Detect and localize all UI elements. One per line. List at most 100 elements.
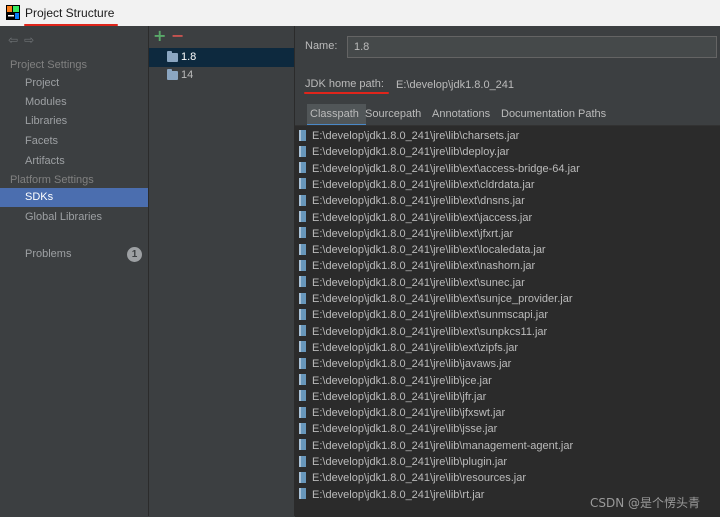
add-sdk-icon[interactable]: +: [153, 26, 166, 45]
classpath-entry[interactable]: E:\develop\jdk1.8.0_241\jre\lib\ext\acce…: [299, 161, 580, 177]
classpath-entry[interactable]: E:\develop\jdk1.8.0_241\jre\lib\deploy.j…: [299, 144, 509, 160]
classpath-entry-path: E:\develop\jdk1.8.0_241\jre\lib\ext\jfxr…: [312, 227, 514, 240]
sidebar-item-artifacts[interactable]: Artifacts: [0, 152, 148, 171]
sidebar-item-modules[interactable]: Modules: [0, 93, 148, 112]
sidebar-item-project[interactable]: Project: [0, 74, 148, 93]
classpath-entry[interactable]: E:\develop\jdk1.8.0_241\jre\lib\ext\jacc…: [299, 210, 532, 226]
classpath-entry[interactable]: E:\develop\jdk1.8.0_241\jre\lib\ext\cldr…: [299, 177, 535, 193]
classpath-entry[interactable]: E:\develop\jdk1.8.0_241\jre\lib\ext\loca…: [299, 242, 546, 258]
classpath-entry-path: E:\develop\jdk1.8.0_241\jre\lib\ext\zipf…: [312, 341, 519, 354]
sidebar-item-problems[interactable]: Problems 1: [0, 245, 148, 264]
name-field[interactable]: 1.8: [347, 36, 717, 58]
classpath-entry[interactable]: E:\develop\jdk1.8.0_241\jre\lib\ext\sune…: [299, 275, 525, 291]
problems-label: Problems: [25, 248, 72, 260]
tab-annotations[interactable]: Annotations: [432, 104, 500, 124]
classpath-entry-path: E:\develop\jdk1.8.0_241\jre\lib\jsse.jar: [312, 423, 498, 436]
jar-file-icon: [299, 276, 306, 288]
jar-file-icon: [299, 390, 306, 402]
classpath-entry-path: E:\develop\jdk1.8.0_241\jre\lib\ext\sunj…: [312, 293, 573, 305]
classpath-entry[interactable]: E:\develop\jdk1.8.0_241\jre\lib\rt.jar: [299, 487, 484, 503]
intellij-logo-icon: [6, 5, 20, 20]
jar-file-icon: [299, 341, 306, 353]
classpath-entry-path: E:\develop\jdk1.8.0_241\jre\lib\ext\jacc…: [312, 211, 533, 224]
classpath-entry-path: E:\develop\jdk1.8.0_241\jre\lib\ext\sune…: [312, 276, 525, 289]
title-bar: Project Structure: [0, 0, 720, 26]
jar-file-icon: [299, 439, 306, 451]
jar-file-icon: [299, 259, 306, 271]
classpath-entry-path: E:\develop\jdk1.8.0_241\jre\lib\ext\dnsn…: [312, 195, 525, 208]
home-path-annotation-underline: [304, 92, 389, 94]
sidebar-item-sdks[interactable]: SDKs: [0, 188, 148, 207]
sdk-details-panel: Name: 1.8 JDK home path: E:\develop\jdk1…: [295, 26, 720, 517]
classpath-list[interactable]: E:\develop\jdk1.8.0_241\jre\lib\charsets…: [295, 125, 720, 517]
jar-file-icon: [299, 422, 306, 434]
jdk-home-path-field[interactable]: E:\develop\jdk1.8.0_241: [389, 74, 717, 96]
classpath-entry[interactable]: E:\develop\jdk1.8.0_241\jre\lib\jsse.jar: [299, 421, 497, 437]
classpath-entry-path: E:\develop\jdk1.8.0_241\jre\lib\ext\cldr…: [312, 178, 535, 191]
jar-file-icon: [299, 145, 306, 157]
tab-documentation-paths[interactable]: Documentation Paths: [501, 104, 621, 124]
jar-file-icon: [299, 357, 306, 369]
classpath-entry-path: E:\develop\jdk1.8.0_241\jre\lib\ext\sunm…: [312, 309, 549, 322]
classpath-entry[interactable]: E:\develop\jdk1.8.0_241\jre\lib\ext\sunp…: [299, 324, 547, 340]
classpath-entry[interactable]: E:\develop\jdk1.8.0_241\jre\lib\ext\sunj…: [299, 291, 573, 307]
forward-arrow-icon[interactable]: ⇨: [24, 33, 40, 47]
sdk-folder-icon: [167, 51, 178, 62]
classpath-entry[interactable]: E:\develop\jdk1.8.0_241\jre\lib\jfxswt.j…: [299, 405, 505, 421]
navigation-arrows: ⇦⇨: [8, 33, 40, 47]
sdk-folder-icon: [167, 69, 178, 80]
jar-file-icon: [299, 325, 306, 337]
sdk-list-panel: + − 1.8 14: [149, 26, 295, 516]
classpath-entry[interactable]: E:\develop\jdk1.8.0_241\jre\lib\javaws.j…: [299, 356, 511, 372]
platform-settings-header: Platform Settings: [10, 174, 94, 186]
watermark-text: CSDN @是个愣头青: [590, 496, 701, 510]
classpath-entry[interactable]: E:\develop\jdk1.8.0_241\jre\lib\charsets…: [299, 128, 519, 144]
classpath-entry[interactable]: E:\develop\jdk1.8.0_241\jre\lib\jfr.jar: [299, 389, 486, 405]
jar-file-icon: [299, 374, 306, 386]
classpath-entry[interactable]: E:\develop\jdk1.8.0_241\jre\lib\plugin.j…: [299, 454, 507, 470]
back-arrow-icon[interactable]: ⇦: [8, 33, 24, 47]
jar-file-icon: [299, 129, 306, 141]
sidebar-item-facets[interactable]: Facets: [0, 132, 148, 151]
classpath-entry-path: E:\develop\jdk1.8.0_241\jre\lib\manageme…: [312, 439, 574, 452]
jar-file-icon: [299, 471, 306, 483]
classpath-entry-path: E:\develop\jdk1.8.0_241\jre\lib\plugin.j…: [312, 456, 508, 468]
jar-file-icon: [299, 455, 306, 467]
sidebar-item-global-libraries[interactable]: Global Libraries: [0, 208, 148, 227]
classpath-entry[interactable]: E:\develop\jdk1.8.0_241\jre\lib\ext\jfxr…: [299, 226, 513, 242]
classpath-entry[interactable]: E:\develop\jdk1.8.0_241\jre\lib\ext\sunm…: [299, 307, 548, 323]
jar-file-icon: [299, 488, 306, 500]
sdk-item-1-8[interactable]: 1.8: [149, 48, 294, 67]
classpath-entry-path: E:\develop\jdk1.8.0_241\jre\lib\javaws.j…: [312, 358, 512, 371]
sdk-item-14[interactable]: 14: [149, 66, 294, 85]
tab-classpath[interactable]: Classpath: [307, 104, 366, 126]
classpath-entry[interactable]: E:\develop\jdk1.8.0_241\jre\lib\resource…: [299, 470, 526, 486]
classpath-entry[interactable]: E:\develop\jdk1.8.0_241\jre\lib\ext\dnsn…: [299, 193, 525, 209]
classpath-entry[interactable]: E:\develop\jdk1.8.0_241\jre\lib\manageme…: [299, 438, 573, 454]
sidebar-item-libraries[interactable]: Libraries: [0, 112, 148, 131]
jar-file-icon: [299, 308, 306, 320]
classpath-entry[interactable]: E:\develop\jdk1.8.0_241\jre\lib\ext\nash…: [299, 258, 535, 274]
classpath-entry-path: E:\develop\jdk1.8.0_241\jre\lib\charsets…: [312, 130, 520, 142]
jar-file-icon: [299, 243, 306, 255]
classpath-entry[interactable]: E:\develop\jdk1.8.0_241\jre\lib\ext\zipf…: [299, 340, 518, 356]
classpath-entry-path: E:\develop\jdk1.8.0_241\jre\lib\ext\acce…: [312, 162, 580, 175]
classpath-entry-path: E:\develop\jdk1.8.0_241\jre\lib\deploy.j…: [312, 146, 510, 159]
classpath-entry-path: E:\develop\jdk1.8.0_241\jre\lib\ext\nash…: [312, 260, 536, 273]
sdk-item-label: 1.8: [181, 51, 197, 63]
classpath-entry-path: E:\develop\jdk1.8.0_241\jre\lib\resource…: [312, 472, 527, 485]
classpath-entry-path: E:\develop\jdk1.8.0_241\jre\lib\jfr.jar: [312, 390, 487, 403]
jar-file-icon: [299, 406, 306, 418]
tab-sourcepath[interactable]: Sourcepath: [365, 104, 429, 124]
classpath-entry-path: E:\develop\jdk1.8.0_241\jre\lib\ext\sunp…: [312, 325, 548, 338]
remove-sdk-icon[interactable]: −: [171, 26, 184, 45]
jar-file-icon: [299, 178, 306, 190]
sdk-item-label: 14: [181, 69, 194, 81]
jar-file-icon: [299, 194, 306, 206]
jdk-home-label: JDK home path:: [305, 78, 384, 90]
project-settings-header: Project Settings: [10, 59, 88, 71]
classpath-entry-path: E:\develop\jdk1.8.0_241\jre\lib\jce.jar: [312, 374, 492, 387]
jar-file-icon: [299, 162, 306, 174]
classpath-entry-path: E:\develop\jdk1.8.0_241\jre\lib\ext\loca…: [312, 244, 546, 257]
classpath-entry[interactable]: E:\develop\jdk1.8.0_241\jre\lib\jce.jar: [299, 373, 492, 389]
